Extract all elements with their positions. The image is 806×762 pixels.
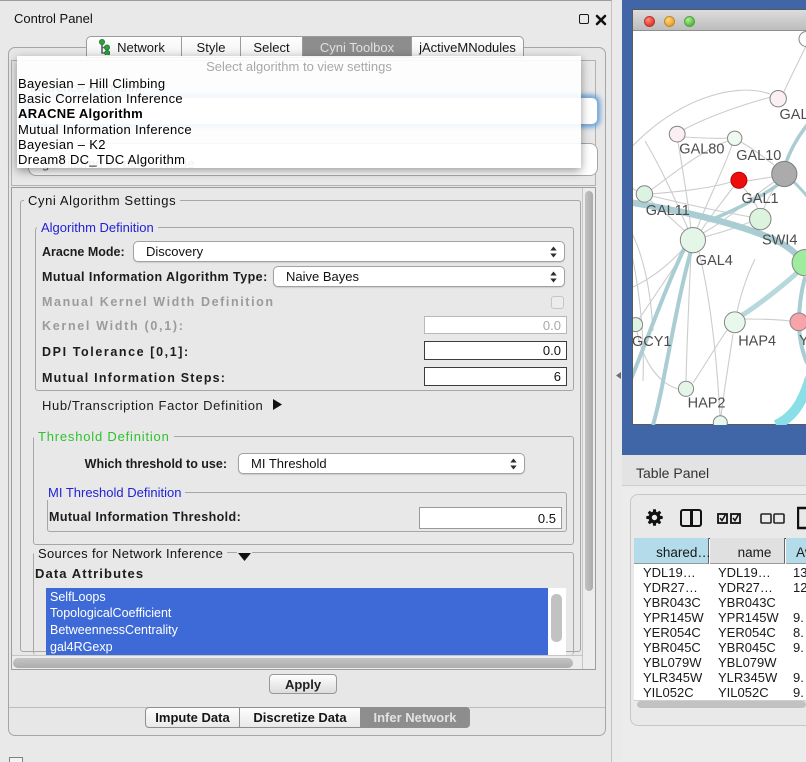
svg-text:SWI4: SWI4 [762,233,797,249]
svg-text:GAL1: GAL1 [742,191,779,207]
svg-text:HAP4: HAP4 [738,333,776,349]
svg-text:GAL: GAL [780,107,806,123]
svg-text:GAL11: GAL11 [646,203,690,219]
svg-text:Y: Y [799,333,806,349]
svg-text:HAP2: HAP2 [688,396,726,412]
svg-text:GAL4: GAL4 [696,253,733,269]
svg-text:GAL80: GAL80 [679,141,724,157]
svg-text:GAL10: GAL10 [736,148,781,164]
svg-text:GCY1: GCY1 [633,334,672,350]
